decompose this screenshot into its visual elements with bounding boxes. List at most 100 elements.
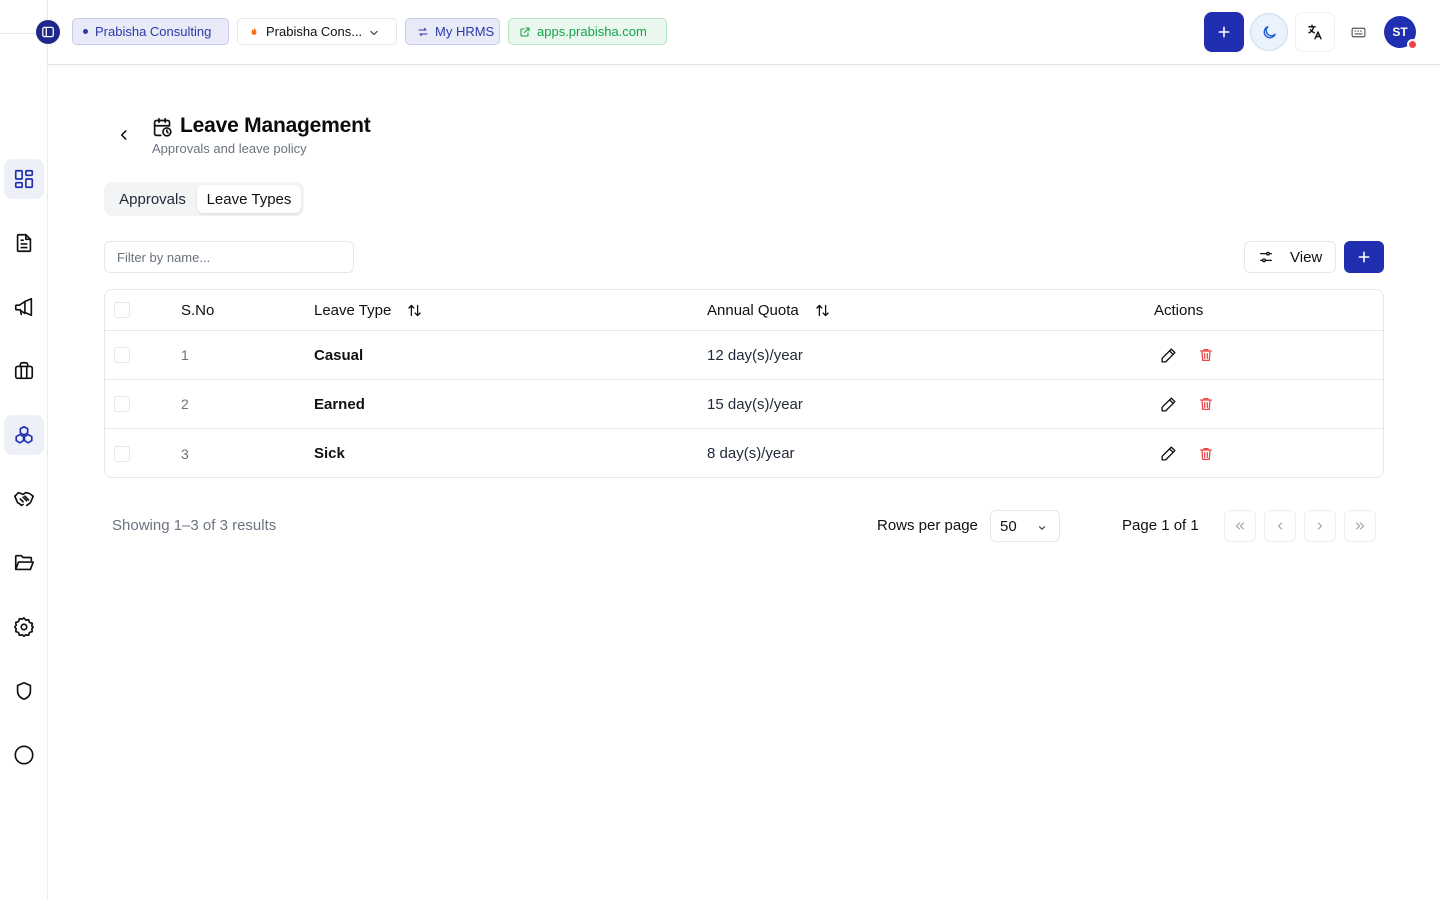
handshake-icon [14, 491, 34, 507]
document-icon [16, 233, 32, 253]
notification-dot [1407, 39, 1418, 50]
chevron-down-icon [370, 30, 378, 36]
sidebar-item-documents[interactable] [4, 223, 44, 263]
next-page-button[interactable] [1304, 510, 1336, 542]
column-annual-quota[interactable]: Annual Quota [707, 290, 830, 330]
sidebar [0, 0, 48, 900]
select-all-checkbox[interactable] [114, 302, 130, 318]
sidebar-item-security[interactable] [4, 671, 44, 711]
chevrons-right-icon [1355, 522, 1365, 530]
dashboard-icon [14, 169, 34, 189]
column-actions: Actions [1154, 301, 1204, 319]
select-all-cell [114, 290, 130, 330]
delete-button[interactable] [1198, 429, 1214, 477]
app-switch-chip[interactable]: My HRMS [405, 18, 500, 45]
language-button[interactable] [1295, 12, 1335, 52]
calendar-clock-icon [153, 117, 172, 137]
shield-icon [16, 681, 32, 701]
keyboard-shortcuts-button[interactable] [1338, 12, 1378, 52]
sidebar-panel-icon [42, 26, 54, 38]
sliders-icon [1260, 251, 1272, 263]
leave-types-table: S.No Leave Type Annual Quota Actions 1 C… [104, 289, 1384, 478]
delete-button[interactable] [1198, 380, 1214, 428]
sidebar-divider [0, 33, 36, 34]
tab-approvals[interactable]: Approvals [108, 185, 197, 213]
sidebar-item-announcements[interactable] [4, 287, 44, 327]
page-subtitle: Approvals and leave policy [152, 141, 307, 156]
sidebar-item-jobs[interactable] [4, 351, 44, 391]
chevron-right-icon [1317, 522, 1323, 530]
sidebar-item-files[interactable] [4, 543, 44, 583]
row-leave-type: Casual [314, 346, 364, 364]
previous-page-button[interactable] [1264, 510, 1296, 542]
chevrons-left-icon [1235, 522, 1245, 530]
rows-per-page-value: 50 [1000, 517, 1017, 535]
chevron-left-icon [120, 130, 127, 140]
flame-icon [251, 26, 257, 35]
edit-button[interactable] [1160, 331, 1177, 379]
back-button[interactable] [114, 125, 134, 145]
sidebar-toggle-button[interactable] [36, 20, 60, 44]
edit-button[interactable] [1160, 429, 1177, 477]
moon-icon [1263, 25, 1276, 38]
column-leave-type[interactable]: Leave Type [314, 290, 422, 330]
folder-open-icon [14, 554, 34, 571]
row-sno: 1 [181, 347, 189, 363]
row-checkbox[interactable] [114, 347, 130, 363]
filter-input[interactable] [104, 241, 354, 273]
settings-icon [14, 617, 34, 637]
view-options-button[interactable]: View [1244, 241, 1336, 273]
trash-icon [1200, 349, 1212, 361]
page-title: Leave Management [180, 114, 371, 137]
rows-per-page-label: Rows per page [877, 517, 978, 534]
row-checkbox[interactable] [114, 396, 130, 412]
pencil-icon [1161, 446, 1176, 461]
row-checkbox[interactable] [114, 445, 130, 462]
organization-name: Prabisha Consulting [95, 24, 212, 39]
app-name: My HRMS [435, 24, 495, 39]
row-select-cell [114, 380, 130, 428]
column-sno: S.No [181, 301, 215, 319]
quick-add-button[interactable] [1204, 12, 1244, 52]
row-select-cell [114, 429, 130, 477]
sidebar-item-dashboard[interactable] [4, 159, 44, 199]
briefcase-icon [14, 361, 34, 380]
table-row: 3 Sick 8 day(s)/year [105, 429, 1383, 477]
row-quota: 12 day(s)/year [707, 346, 803, 364]
sidebar-item-partners[interactable] [4, 479, 44, 519]
tab-leave-types[interactable]: Leave Types [197, 185, 301, 213]
delete-button[interactable] [1198, 331, 1214, 379]
pencil-icon [1161, 347, 1176, 363]
translate-icon [1308, 24, 1322, 40]
external-site-link[interactable]: apps.prabisha.com [508, 18, 667, 45]
row-sno: 2 [181, 396, 189, 412]
switch-arrows-icon [418, 27, 428, 36]
circle-icon [14, 745, 34, 765]
row-quota: 15 day(s)/year [707, 395, 803, 413]
edit-button[interactable] [1160, 380, 1177, 428]
last-page-button[interactable] [1344, 510, 1376, 542]
company-select[interactable]: Prabisha Cons... [237, 18, 397, 45]
chevron-down-icon [1038, 526, 1046, 530]
keyboard-icon [1351, 27, 1365, 37]
plus-icon [1358, 251, 1370, 263]
status-dot-icon [83, 29, 88, 34]
column-leave-type-label: Leave Type [314, 301, 392, 319]
sidebar-item-settings[interactable] [4, 607, 44, 647]
organization-chip[interactable]: Prabisha Consulting [72, 18, 229, 45]
chevron-left-icon [1277, 522, 1283, 530]
sidebar-item-modules[interactable] [4, 415, 44, 455]
rows-per-page-select[interactable]: 50 [990, 510, 1060, 542]
results-summary: Showing 1–3 of 3 results [112, 517, 277, 534]
table-header: S.No Leave Type Annual Quota Actions [105, 290, 1383, 331]
trash-icon [1200, 398, 1212, 410]
sidebar-item-more[interactable] [4, 735, 44, 775]
row-sno: 3 [181, 445, 189, 462]
megaphone-icon [14, 297, 33, 317]
add-leave-type-button[interactable] [1344, 241, 1384, 273]
view-label: View [1290, 248, 1323, 266]
theme-toggle-button[interactable] [1250, 13, 1288, 51]
row-leave-type: Earned [314, 395, 365, 413]
table-row: 1 Casual 12 day(s)/year [105, 331, 1383, 380]
first-page-button[interactable] [1224, 510, 1256, 542]
